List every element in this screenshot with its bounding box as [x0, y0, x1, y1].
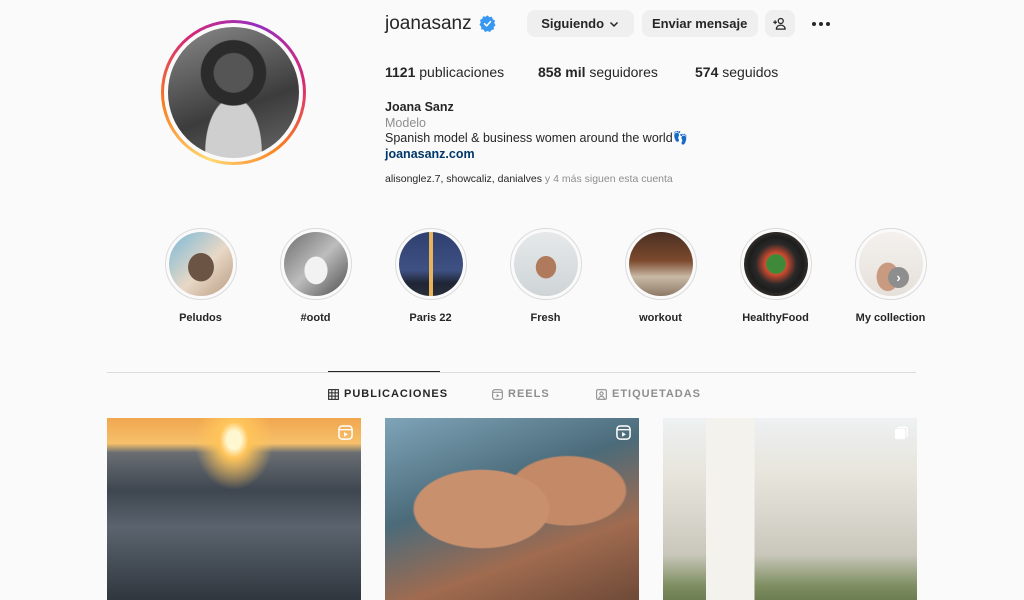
followers-stat[interactable]: 858 mil seguidores: [538, 64, 695, 80]
suggest-users-button[interactable]: [764, 10, 795, 37]
reels-icon: [492, 388, 503, 400]
post-thumbnail[interactable]: [663, 418, 917, 600]
profile-category: Modelo: [385, 116, 426, 130]
post-thumbnail[interactable]: [385, 418, 639, 600]
active-tab-indicator: [328, 371, 440, 372]
highlight-ring: [624, 228, 697, 300]
followed-by[interactable]: alisonglez.7, showcaliz, danialves y 4 m…: [385, 173, 673, 185]
posts-grid: [107, 418, 917, 600]
posts-label: publicaciones: [419, 64, 505, 80]
highlight-cover: [398, 232, 463, 296]
highlight-ring: [279, 228, 352, 300]
following-count: 574: [695, 64, 719, 80]
avatar-image: [168, 27, 299, 158]
highlight-ring: [394, 228, 467, 300]
highlight-ring: [739, 228, 812, 300]
highlight-fresh[interactable]: Fresh: [488, 228, 603, 324]
grid-icon: [328, 388, 339, 400]
highlight-cover: [283, 232, 348, 296]
carousel-icon: [894, 426, 908, 440]
username: joanasanz: [385, 12, 472, 34]
highlight-cover: [168, 232, 233, 296]
tabs-divider: [107, 372, 916, 373]
following-stat[interactable]: 574 seguidos: [695, 64, 778, 80]
highlight-healthyfood[interactable]: HealthyFood: [718, 228, 833, 324]
highlight-cover: [858, 232, 923, 296]
highlight-ootd[interactable]: #ootd: [258, 228, 373, 324]
highlight-label: Paris 22: [409, 312, 452, 324]
highlight-label: workout: [639, 312, 682, 324]
posts-count: 1121: [385, 64, 416, 80]
posts-stat: 1121 publicaciones: [385, 64, 538, 80]
followers-count: 858 mil: [538, 64, 586, 80]
more-options-button[interactable]: [809, 10, 833, 37]
tab-reels[interactable]: REELS: [492, 388, 596, 400]
tab-reels-label: REELS: [508, 388, 550, 400]
avatar-gap: [164, 23, 303, 162]
profile-stats: 1121 publicaciones 858 mil seguidores 57…: [385, 64, 778, 80]
highlight-ring: [164, 228, 237, 300]
tab-posts[interactable]: PUBLICACIONES: [328, 388, 492, 400]
following-button-label: Siguiendo: [541, 16, 605, 31]
post-thumbnail[interactable]: [107, 418, 361, 600]
followed-by-suffix: y 4 más siguen esta cuenta: [542, 173, 673, 185]
highlight-peludos[interactable]: Peludos: [143, 228, 258, 324]
profile-avatar[interactable]: [161, 20, 306, 165]
reel-icon: [338, 425, 353, 440]
full-name: Joana Sanz: [385, 100, 454, 114]
verified-badge-icon: [479, 15, 496, 32]
highlight-ring: [509, 228, 582, 300]
highlight-ring: [854, 228, 927, 300]
chevron-right-icon[interactable]: ›: [888, 267, 909, 288]
story-highlights: Peludos #ootd Paris 22 Fresh workout Hea…: [143, 228, 948, 324]
following-label: seguidos: [722, 64, 779, 80]
add-user-icon: [773, 17, 786, 30]
highlight-label: HealthyFood: [742, 312, 809, 324]
profile-bio: Spanish model & business women around th…: [385, 131, 689, 145]
tagged-icon: [596, 388, 607, 400]
chevron-down-icon: [610, 21, 619, 27]
highlight-label: Fresh: [530, 312, 561, 324]
highlight-cover: [628, 232, 693, 296]
tab-tagged-label: ETIQUETADAS: [612, 388, 702, 400]
highlight-workout[interactable]: workout: [603, 228, 718, 324]
highlight-label: My collection: [855, 312, 926, 324]
send-message-button[interactable]: Enviar mensaje: [641, 10, 758, 37]
reel-icon: [616, 425, 631, 440]
following-button[interactable]: Siguiendo: [526, 10, 634, 37]
highlight-paris-22[interactable]: Paris 22: [373, 228, 488, 324]
followers-label: seguidores: [589, 64, 658, 80]
website-link[interactable]: joanasanz.com: [385, 147, 475, 161]
followed-by-names[interactable]: alisonglez.7, showcaliz, danialves: [385, 173, 542, 185]
highlight-label: #ootd: [300, 312, 331, 324]
highlight-cover: [513, 232, 578, 296]
more-options-icon: [811, 21, 830, 26]
profile-tabs: PUBLICACIONES REELS ETIQUETADAS: [328, 388, 701, 400]
highlight-cover: [743, 232, 808, 296]
tab-posts-label: PUBLICACIONES: [344, 388, 449, 400]
tab-tagged[interactable]: ETIQUETADAS: [596, 388, 701, 400]
profile-actions-row: joanasanz Siguiendo Enviar mensaje: [385, 10, 833, 37]
highlight-label: Peludos: [179, 312, 222, 324]
